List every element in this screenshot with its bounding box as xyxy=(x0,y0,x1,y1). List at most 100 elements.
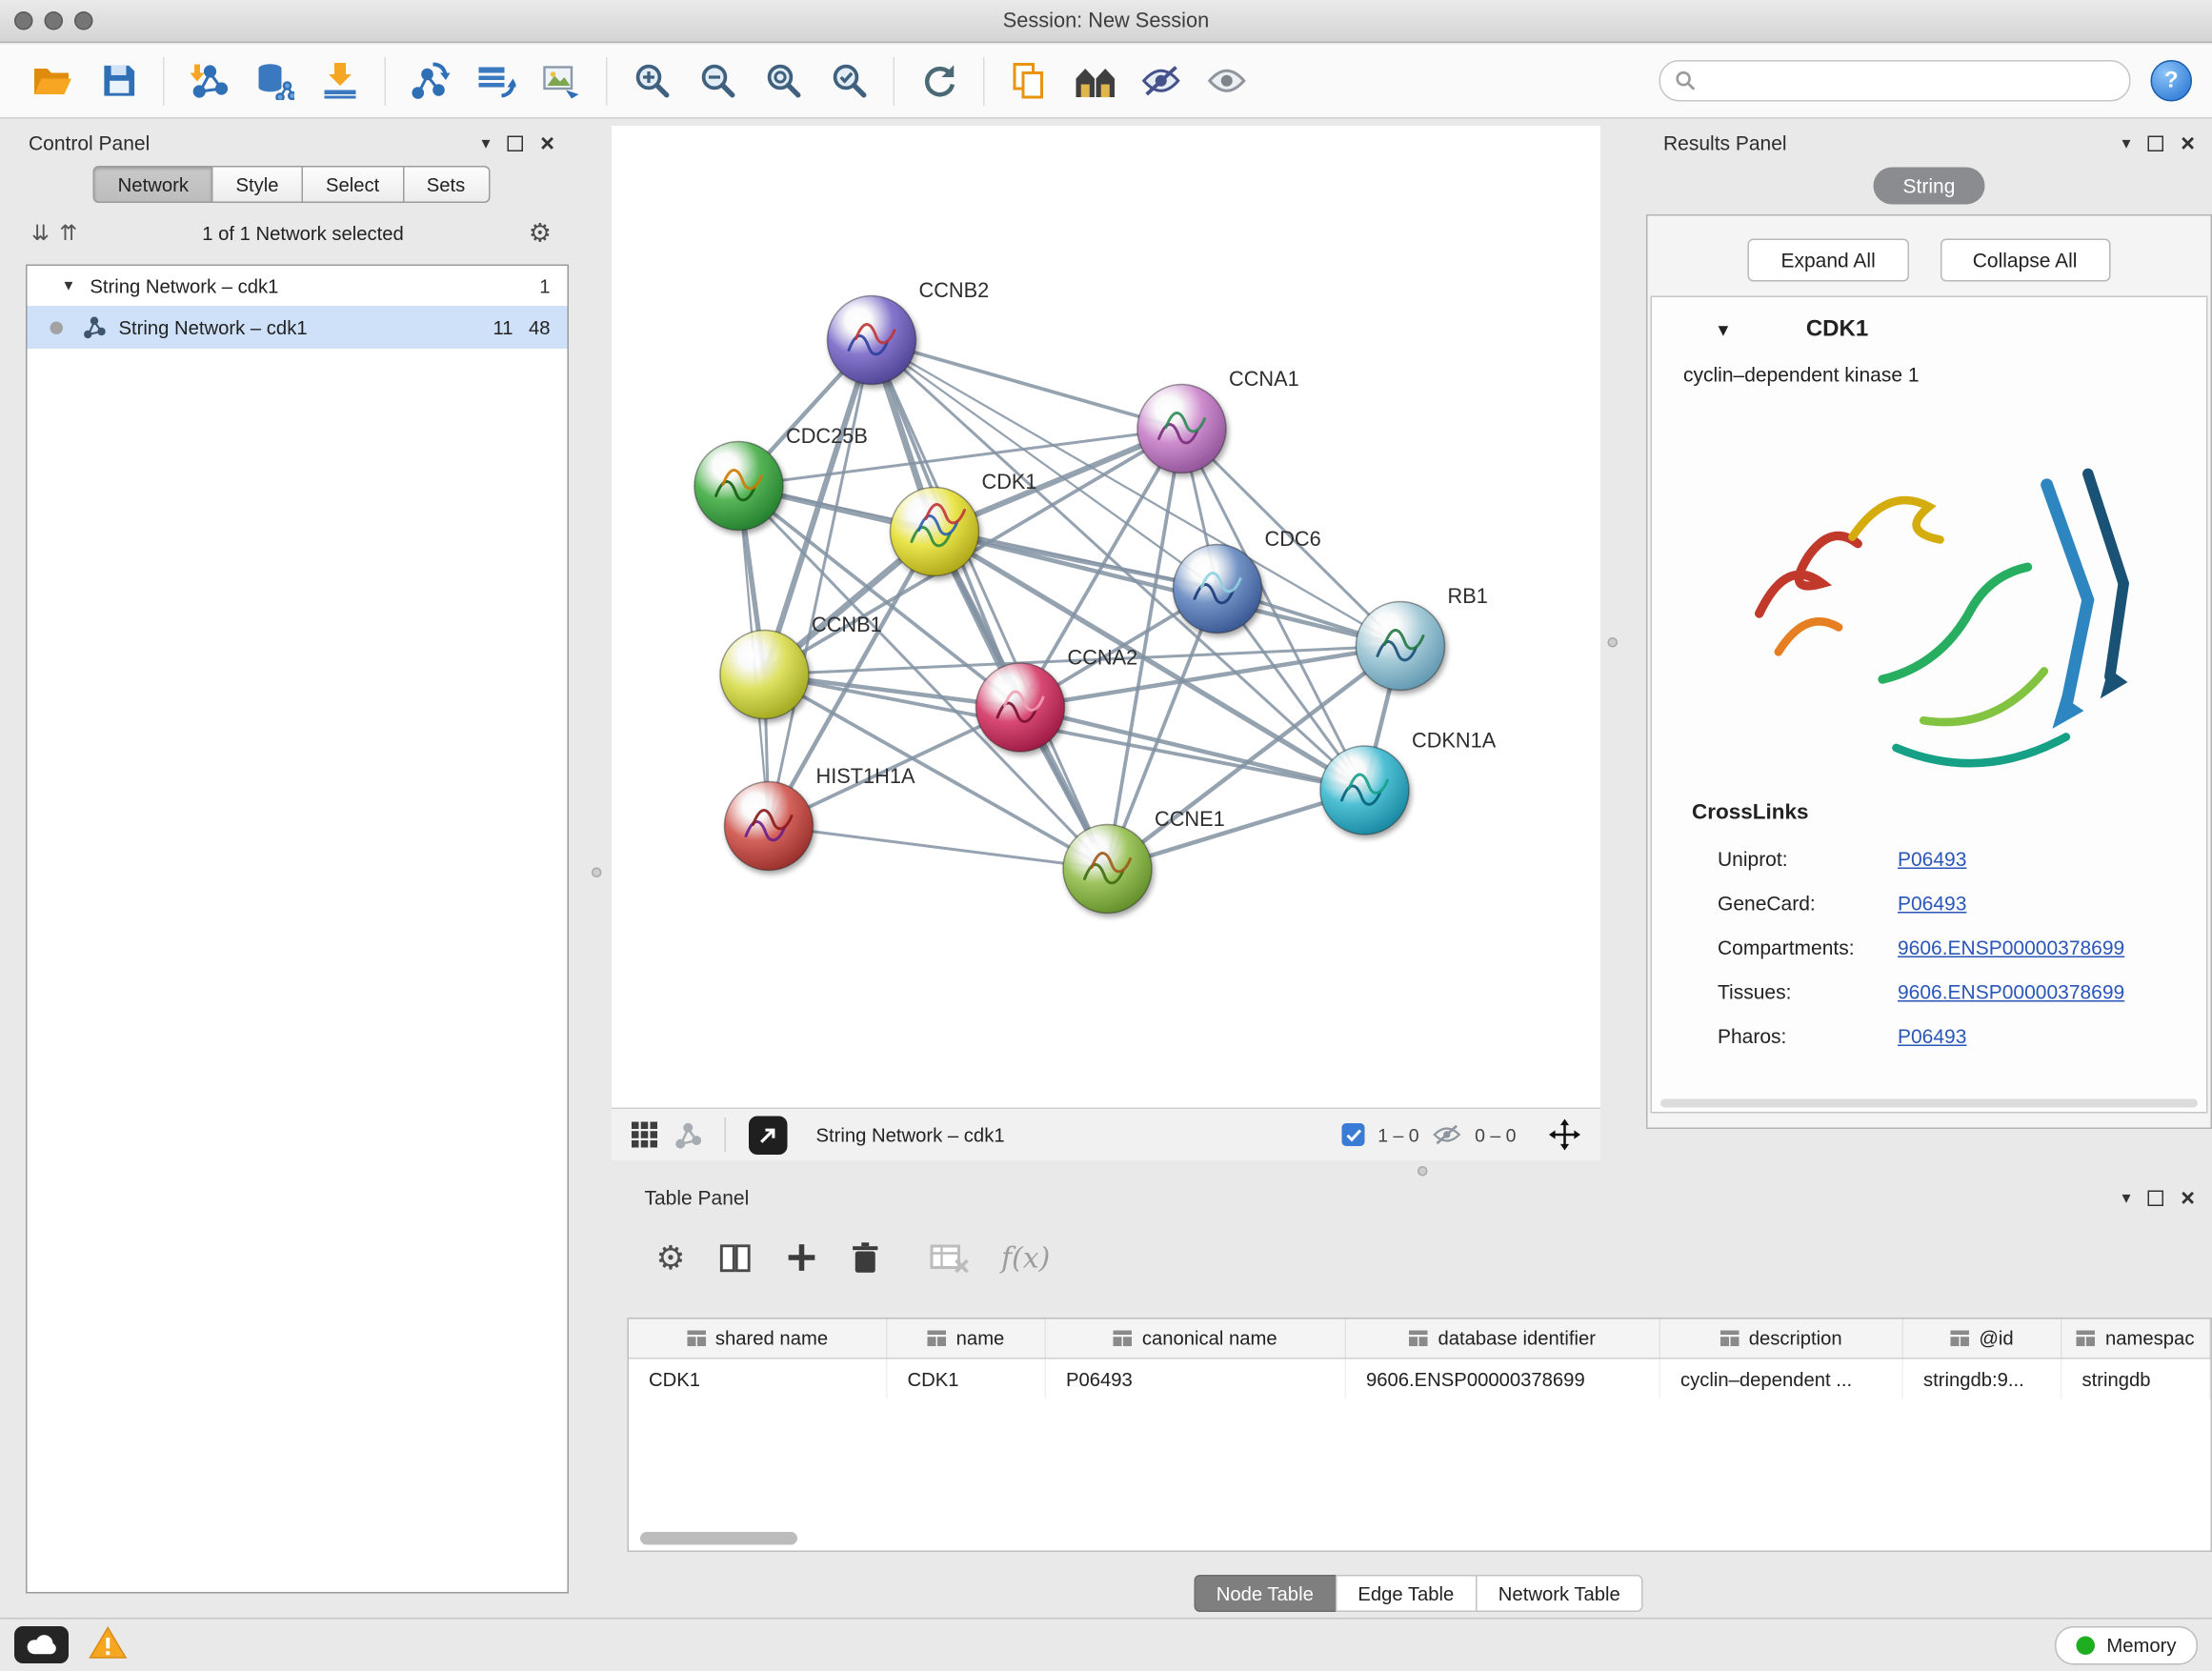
splitter-handle[interactable] xyxy=(592,868,602,878)
import-network-file-button[interactable] xyxy=(176,50,242,111)
gear-icon[interactable]: ⚙ xyxy=(529,220,552,246)
collapse-all-button[interactable]: Collapse All xyxy=(1940,239,2110,282)
splitter-handle[interactable] xyxy=(1608,637,1619,648)
network-node[interactable]: CCNA1 xyxy=(1137,367,1299,473)
zoom-window-button[interactable] xyxy=(74,11,93,30)
horizontal-scrollbar-thumb[interactable] xyxy=(640,1532,797,1545)
import-table-button[interactable] xyxy=(308,50,373,111)
function-builder-icon[interactable]: f(x) xyxy=(1001,1240,1050,1275)
show-all-button[interactable] xyxy=(1194,50,1259,111)
horizontal-scrollbar[interactable] xyxy=(1660,1099,2198,1108)
network-row-selected[interactable]: String Network – cdk1 11 48 xyxy=(28,306,568,349)
panel-close-icon[interactable]: × xyxy=(540,131,554,155)
collapse-entry-icon[interactable]: ▼ xyxy=(1715,320,1732,340)
tab-network[interactable]: Network xyxy=(93,166,212,203)
column-header[interactable]: @id xyxy=(1903,1319,2062,1359)
column-header[interactable]: database identifier xyxy=(1346,1319,1660,1359)
birdseye-view-button[interactable] xyxy=(1062,50,1128,111)
crosslink-link[interactable]: 9606.ENSP00000378699 xyxy=(1898,979,2124,1002)
tab-style[interactable]: Style xyxy=(211,166,303,203)
crosslink-link[interactable]: P06493 xyxy=(1898,891,1966,914)
new-network-from-selection-button[interactable] xyxy=(397,50,463,111)
columns-icon[interactable] xyxy=(716,1239,753,1276)
grid-icon[interactable] xyxy=(632,1122,657,1148)
minimize-window-button[interactable] xyxy=(45,11,64,30)
open-in-new-button[interactable] xyxy=(749,1116,788,1155)
network-node[interactable]: HIST1H1A xyxy=(725,764,915,871)
refresh-layout-button[interactable] xyxy=(906,50,972,111)
network-canvas[interactable]: CCNB2CCNA1CDC25BCDK1CDC6RB1CCNB1CCNA2CDK… xyxy=(612,126,1600,1108)
table-cell[interactable]: CDK1 xyxy=(629,1359,888,1399)
expand-all-button[interactable]: Expand All xyxy=(1748,239,1908,282)
column-header[interactable]: namespac xyxy=(2062,1319,2211,1359)
tab-network-table[interactable]: Network Table xyxy=(1476,1575,1643,1612)
save-session-button[interactable] xyxy=(86,50,151,111)
network-edge[interactable] xyxy=(769,340,872,826)
column-header[interactable]: shared name xyxy=(629,1319,888,1359)
network-edge[interactable] xyxy=(769,826,1108,869)
expand-all-icon[interactable]: ⇈ xyxy=(59,220,77,246)
panel-close-icon[interactable]: × xyxy=(2181,1185,2195,1210)
network-edge[interactable] xyxy=(872,340,1108,869)
search-input[interactable] xyxy=(1706,70,2115,92)
crosslink-link[interactable]: P06493 xyxy=(1898,847,1966,870)
close-window-button[interactable] xyxy=(14,11,33,30)
table-cell[interactable]: 9606.ENSP00000378699 xyxy=(1346,1359,1660,1399)
column-header[interactable]: canonical name xyxy=(1046,1319,1346,1359)
crosslink-link[interactable]: P06493 xyxy=(1898,1024,1966,1047)
import-network-database-button[interactable] xyxy=(242,50,308,111)
clone-network-button[interactable] xyxy=(463,50,529,111)
help-button[interactable]: ? xyxy=(2151,60,2193,102)
table-settings-gear-icon[interactable]: ⚙ xyxy=(656,1241,686,1275)
zoom-fit-button[interactable] xyxy=(751,50,816,111)
zoom-selected-button[interactable] xyxy=(816,50,882,111)
panel-menu-icon[interactable]: ▾ xyxy=(2122,133,2131,153)
table-cell[interactable]: stringdb:9... xyxy=(1903,1359,2062,1399)
selection-checkbox[interactable] xyxy=(1342,1123,1365,1146)
share-icon[interactable] xyxy=(674,1121,702,1149)
table-cell[interactable]: CDK1 xyxy=(888,1359,1047,1399)
zoom-out-button[interactable] xyxy=(685,50,751,111)
network-node[interactable]: CDC6 xyxy=(1174,527,1321,634)
crosslink-link[interactable]: 9606.ENSP00000378699 xyxy=(1898,936,2124,958)
memory-button[interactable]: Memory xyxy=(2055,1626,2198,1665)
delete-trash-icon[interactable] xyxy=(850,1240,880,1275)
zoom-in-button[interactable] xyxy=(619,50,685,111)
panel-menu-icon[interactable]: ▾ xyxy=(2122,1188,2131,1208)
add-column-plus-icon[interactable] xyxy=(784,1240,818,1275)
move-crosshair-icon[interactable] xyxy=(1549,1119,1580,1151)
network-node[interactable]: RB1 xyxy=(1357,584,1488,691)
collapse-all-icon[interactable]: ⇊ xyxy=(31,220,50,246)
panel-close-icon[interactable]: × xyxy=(2181,131,2195,155)
delete-table-icon[interactable] xyxy=(928,1241,970,1275)
panel-float-icon[interactable] xyxy=(2148,135,2164,151)
network-graph[interactable]: CCNB2CCNA1CDC25BCDK1CDC6RB1CCNB1CCNA2CDK… xyxy=(612,126,1600,1108)
table-cell[interactable]: P06493 xyxy=(1046,1359,1346,1399)
hide-selected-button[interactable] xyxy=(1128,50,1194,111)
open-session-button[interactable] xyxy=(20,50,86,111)
warnings-button[interactable] xyxy=(89,1626,128,1663)
tab-node-table[interactable]: Node Table xyxy=(1194,1575,1337,1612)
network-edge[interactable] xyxy=(935,532,1400,646)
copy-formatting-button[interactable] xyxy=(996,50,1062,111)
column-header[interactable]: description xyxy=(1660,1319,1903,1359)
panel-float-icon[interactable] xyxy=(2148,1190,2164,1206)
export-image-button[interactable] xyxy=(529,50,594,111)
table-row[interactable]: CDK1CDK1P064939606.ENSP00000378699cyclin… xyxy=(629,1359,2211,1399)
network-collection-row[interactable]: ▼ String Network – cdk1 1 xyxy=(28,266,568,306)
image-export-icon xyxy=(542,62,582,99)
tree-expand-icon[interactable]: ▼ xyxy=(62,278,76,294)
panel-float-icon[interactable] xyxy=(508,135,524,151)
table-cell[interactable]: cyclin–dependent ... xyxy=(1660,1359,1903,1399)
tab-sets[interactable]: Sets xyxy=(402,166,490,203)
tab-edge-table[interactable]: Edge Table xyxy=(1335,1575,1477,1612)
network-node[interactable]: CDK1 xyxy=(891,470,1037,575)
column-header[interactable]: name xyxy=(888,1319,1047,1359)
splitter-handle[interactable] xyxy=(1418,1166,1428,1177)
cloud-button[interactable] xyxy=(14,1626,69,1663)
tab-select[interactable]: Select xyxy=(301,166,403,203)
panel-menu-icon[interactable]: ▾ xyxy=(482,133,491,153)
tab-string[interactable]: String xyxy=(1874,168,1985,205)
network-node[interactable]: CDKN1A xyxy=(1320,729,1497,836)
table-cell[interactable]: stringdb xyxy=(2062,1359,2211,1399)
